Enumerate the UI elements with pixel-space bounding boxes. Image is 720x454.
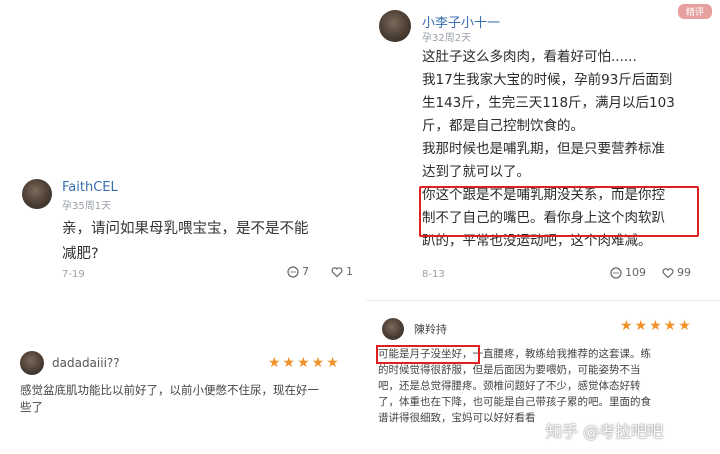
comment-date: 7-19 [62, 269, 85, 280]
highlight-box [376, 345, 480, 364]
comment-line: 达到了就可以了。 [422, 164, 530, 180]
comment-line: 这肚子这么多肉肉，看着好可怕...... [422, 49, 637, 65]
watermark: 知乎 @考拉吧吧 [546, 422, 664, 441]
review-line: 了，体重也在下降，也可能是自己带孩子累的吧。里面的食 [378, 396, 651, 408]
star-rating: ★★★★★ [268, 355, 341, 371]
review-line: 感觉盆底肌功能比以前好了，以前小便憋不住尿，现在好一 [20, 383, 319, 397]
featured-badge: 精评 [677, 4, 712, 19]
comment-bubble-icon [287, 266, 299, 278]
star-rating: ★★★★★ [620, 318, 693, 334]
comment-card-faithcel: FaithCEL 孕35周1天 亲，请问如果母乳喂宝宝，是不是不能 减肥? 7-… [0, 160, 358, 295]
username[interactable]: FaithCEL [62, 180, 118, 195]
reply-button[interactable]: 7 [287, 265, 309, 278]
review-line: 的时候觉得很舒服，但是后面因为要喂奶，可能姿势不当 [378, 364, 641, 376]
avatar[interactable] [22, 179, 52, 209]
avatar[interactable] [20, 351, 44, 375]
comment-line: 我那时候也是哺乳期，但是只要营养标准 [422, 141, 665, 157]
comment-line: 亲，请问如果母乳喂宝宝，是不是不能 [62, 221, 309, 237]
review-card-dadadaiii: dadadaiii?? ★★★★★ 感觉盆底肌功能比以前好了，以前小便憋不住尿，… [0, 332, 358, 446]
reply-button[interactable]: 109 [610, 266, 646, 279]
like-button[interactable]: 99 [662, 266, 691, 279]
like-button[interactable]: 1 [331, 265, 353, 278]
comment-date: 8-13 [422, 269, 445, 280]
pregnancy-week: 孕35周1天 [62, 201, 112, 212]
like-count: 1 [346, 265, 353, 278]
review-card-chen: 陳羚持 ★★★★★ 可能是月子没坐好，一直腰疼，教练给我推荐的这套课。练 的时候… [366, 300, 720, 454]
reply-count: 109 [625, 266, 646, 279]
comment-card-xiaolizi: 小李子小十一 孕32周2天 精评 这肚子这么多肉肉，看着好可怕...... 我1… [366, 0, 720, 293]
highlight-box [419, 186, 699, 237]
comment-bubble-icon [610, 267, 622, 279]
avatar[interactable] [382, 318, 404, 340]
comment-line: 生143斤，生完三天118斤，满月以后103 [422, 95, 675, 111]
heart-icon [662, 268, 674, 279]
reply-count: 7 [302, 265, 309, 278]
comment-line: 减肥? [62, 246, 99, 262]
like-count: 99 [677, 266, 691, 279]
review-line: 些了 [20, 400, 43, 414]
heart-icon [331, 267, 343, 278]
avatar[interactable] [379, 10, 411, 42]
review-line: 吧，还是总觉得腰疼。颈椎问题好了不少，感觉体态好转 [378, 380, 641, 392]
comment-line: 我17生我家大宝的时候，孕前93斤后面到 [422, 72, 673, 88]
pregnancy-week: 孕32周2天 [422, 33, 472, 44]
comment-text: 亲，请问如果母乳喂宝宝，是不是不能 减肥? [62, 217, 309, 267]
review-text: 感觉盆底肌功能比以前好了，以前小便憋不住尿，现在好一 些了 [20, 382, 319, 416]
username[interactable]: dadadaiii?? [52, 356, 120, 370]
comment-line: 斤，都是自己控制饮食的。 [422, 118, 584, 134]
username[interactable]: 陳羚持 [414, 321, 447, 337]
